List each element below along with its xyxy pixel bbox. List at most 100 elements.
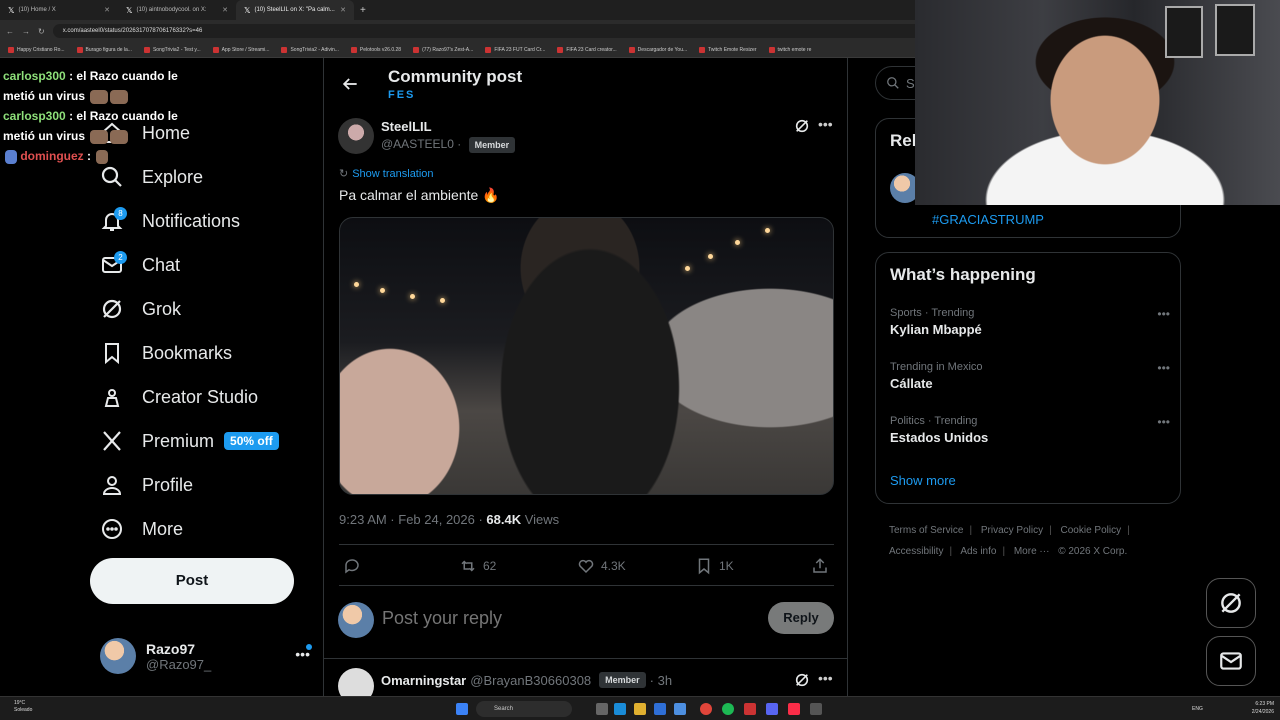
browser-tab[interactable]: 𝕏 (10) aintnobodycool. on X: ✕ (118, 0, 236, 20)
trend-item[interactable]: Politics · Trending Estados Unidos ••• (890, 415, 1170, 445)
more-icon[interactable]: ••• (1157, 415, 1170, 429)
more-icon[interactable]: ••• (818, 670, 833, 686)
post-actions: 62 4.3K 1K (339, 544, 834, 586)
forward-icon[interactable]: → (22, 27, 30, 36)
url-field[interactable]: x.com/aasteel0/status/202631707870617633… (52, 24, 933, 38)
bookmark-item[interactable]: Twitch Emote Resizer (699, 46, 757, 53)
bookmark-item[interactable]: Happy Cristiano Ro... (8, 46, 65, 53)
messages-floating-button[interactable] (1206, 636, 1256, 686)
more-icon[interactable]: ••• (818, 116, 833, 132)
nav-item-chat[interactable]: 2 Chat (100, 250, 180, 280)
chrome-icon[interactable] (700, 703, 712, 715)
nav-item-notifications[interactable]: 8 Notifications (100, 206, 240, 236)
more-icon[interactable]: ••• (1157, 307, 1170, 321)
nav-item-bookmarks[interactable]: Bookmarks (100, 338, 232, 368)
nav-label: Notifications (142, 210, 241, 231)
reply-author-name[interactable]: Omarningstar (381, 673, 466, 688)
mail-app-icon[interactable] (674, 703, 686, 715)
post-video[interactable] (339, 217, 834, 495)
language-indicator[interactable]: ENG (1192, 706, 1203, 712)
nav-item-profile[interactable]: Profile (100, 470, 193, 500)
app-icon[interactable] (810, 703, 822, 715)
windows-start-icon[interactable] (456, 703, 468, 715)
bookmark-item[interactable]: (77) Razo97's Zest-A... (413, 46, 473, 53)
reply-action[interactable] (343, 557, 367, 575)
file-explorer-icon[interactable] (634, 703, 646, 715)
repost-action[interactable]: 62 (459, 557, 496, 575)
nav-item-grok[interactable]: Grok (100, 294, 181, 324)
bookmark-item[interactable]: Descargador de You... (628, 46, 687, 53)
nav-label: More (142, 518, 184, 539)
chat-message: dominguez : (3, 146, 193, 166)
footer-link[interactable]: Ads info (960, 546, 996, 557)
trend-item[interactable]: Trending in Mexico Cállate ••• (890, 361, 1170, 391)
trend-item[interactable]: Sports · Trending Kylian Mbappé ••• (890, 307, 1170, 337)
back-icon[interactable]: ← (6, 27, 14, 36)
chat-message: carlosp300 : el Razo cuando le metió un … (3, 106, 193, 146)
reply-author-avatar[interactable] (338, 668, 374, 696)
close-icon[interactable]: ✕ (222, 6, 228, 14)
reload-icon[interactable]: ↻ (38, 27, 45, 36)
footer-link[interactable]: Terms of Service (889, 525, 963, 536)
show-more-link[interactable]: Show more (890, 473, 956, 488)
bookmark-label: Happy Cristiano Ro... (17, 46, 65, 53)
weather-widget[interactable]: 19°C Soleado (14, 700, 32, 714)
music-icon[interactable] (788, 703, 800, 715)
windows-taskbar: 19°C Soleado Search ENG 6:23 PM 2/24/202… (0, 696, 1280, 720)
like-action[interactable]: 4.3K (577, 557, 626, 575)
nav-item-explore[interactable]: Explore (100, 162, 203, 192)
footer-link[interactable]: Privacy Policy (981, 525, 1043, 536)
close-icon[interactable]: ✕ (104, 6, 110, 14)
author-handle[interactable]: @AASTEEL0 (381, 137, 454, 151)
grok-floating-button[interactable] (1206, 578, 1256, 628)
app-icon[interactable] (744, 703, 756, 715)
bookmark-item[interactable]: Pelotools v26.0.28 (350, 46, 401, 53)
footer-link[interactable]: More ··· (1014, 546, 1050, 557)
author-avatar[interactable] (338, 118, 374, 154)
browser-tab-active[interactable]: 𝕏 (10) SteelLIL on X: "Pa calm... ✕ (236, 0, 354, 20)
taskbar-search[interactable]: Search (476, 701, 572, 717)
emote-icon (110, 129, 129, 144)
hashtag-link[interactable]: #GRACIASTRUMP (932, 212, 1044, 227)
bookmark-item[interactable]: FIFA 23 Card creator... (557, 46, 617, 53)
nav-item-premium[interactable]: Premium 50% off (100, 426, 279, 456)
reply-input[interactable] (382, 608, 742, 629)
bookmark-item[interactable]: SongTrivia2 - Test y... (143, 46, 201, 53)
author-name[interactable]: SteelLIL (381, 119, 432, 134)
bookmark-item[interactable]: FIFA 23 FUT Card Cr... (485, 46, 545, 53)
post-button[interactable]: Post (90, 558, 294, 604)
nav-item-creator-studio[interactable]: Creator Studio (100, 382, 258, 412)
nav-label: Grok (142, 298, 182, 319)
reply-time[interactable]: · 3h (650, 673, 672, 688)
more-icon[interactable]: ••• (1157, 361, 1170, 375)
reply-author-handle[interactable]: @BrayanB30660308 (470, 673, 591, 688)
post-time[interactable]: 9:23 AM · Feb 24, 2026 · (339, 512, 486, 527)
footer-link[interactable]: Accessibility (889, 546, 943, 557)
new-tab-icon[interactable]: + (360, 5, 366, 16)
bookmark-action[interactable]: 1K (695, 557, 734, 575)
show-translation-link[interactable]: ↻ Show translation (339, 167, 434, 181)
bookmark-favicon-icon (143, 46, 150, 53)
nav-item-more[interactable]: More (100, 514, 183, 544)
edge-icon[interactable] (614, 703, 626, 715)
close-icon[interactable]: ✕ (340, 6, 346, 14)
back-arrow-icon[interactable] (340, 74, 360, 94)
discord-icon[interactable] (766, 703, 778, 715)
account-switcher[interactable]: Razo97 @Razo97_ ••• (100, 638, 312, 674)
spotify-icon[interactable] (722, 703, 734, 715)
string-light (410, 294, 415, 299)
bookmark-item[interactable]: twitch emote re (768, 46, 811, 53)
reply-button[interactable]: Reply (768, 602, 834, 634)
grok-icon[interactable] (794, 672, 810, 688)
footer-link[interactable]: Cookie Policy (1061, 525, 1122, 536)
task-view-icon[interactable] (596, 703, 608, 715)
share-action[interactable] (811, 557, 829, 575)
community-name[interactable]: FES (388, 89, 415, 101)
bookmark-item[interactable]: App Store / Streami... (212, 46, 269, 53)
bookmark-item[interactable]: SongTrivia2 - Adivin... (281, 46, 339, 53)
grok-icon[interactable] (794, 118, 810, 134)
system-clock[interactable]: 6:23 PM 2/24/2026 (1252, 700, 1274, 716)
store-icon[interactable] (654, 703, 666, 715)
bookmark-item[interactable]: Burago figura de la... (76, 46, 132, 53)
browser-tab[interactable]: 𝕏 (10) Home / X ✕ (0, 0, 118, 20)
